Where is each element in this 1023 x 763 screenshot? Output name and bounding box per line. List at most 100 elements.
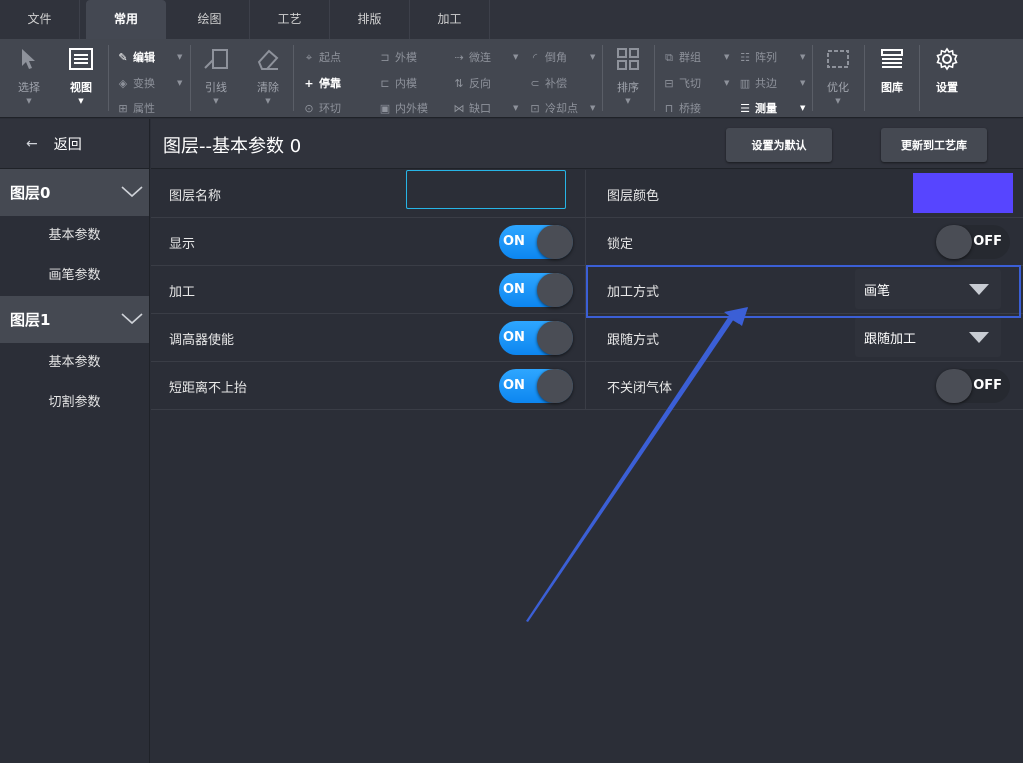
- dock-crosshair-icon: +: [304, 77, 314, 90]
- sort-tool[interactable]: 排序 ▼: [604, 45, 652, 105]
- layer-0-header[interactable]: 图层0: [0, 169, 149, 216]
- fly-cut-dropdown-icon[interactable]: ▼: [724, 79, 729, 87]
- show-toggle[interactable]: ON: [499, 225, 573, 259]
- edit-tool[interactable]: ✎ 编辑: [116, 49, 155, 65]
- follow-mode-label: 跟随方式: [607, 333, 660, 348]
- layer-name-label: 图层名称: [169, 189, 222, 204]
- inner-mold-tool[interactable]: ⊏ 内模: [378, 75, 417, 91]
- layer-name-input[interactable]: [406, 170, 566, 209]
- no-close-gas-toggle[interactable]: OFF: [936, 369, 1010, 403]
- micro-joint-tool[interactable]: ⇢ 微连: [452, 49, 491, 65]
- compensate-tool[interactable]: ⊂ 补偿: [528, 75, 567, 91]
- array-dropdown-icon[interactable]: ▼: [800, 53, 805, 61]
- layer-1-header[interactable]: 图层1: [0, 296, 149, 343]
- height-enable-label: 调高器使能: [169, 333, 235, 348]
- fly-cut-tool[interactable]: ⊟ 飞切: [662, 75, 701, 91]
- start-point-icon: ⌖: [305, 51, 313, 64]
- tab-file[interactable]: 文件: [0, 0, 80, 39]
- params-header: 图层--基本参数 0 设置为默认 更新到工艺库: [151, 119, 1023, 169]
- ring-cut-icon: ⊙: [304, 102, 314, 115]
- sort-dropdown-icon: ▼: [625, 97, 631, 105]
- layer-1-cut-params[interactable]: 切割参数: [0, 383, 149, 423]
- optimize-tool[interactable]: 优化 ▼: [814, 45, 862, 105]
- edit-dropdown-icon[interactable]: ▼: [177, 53, 182, 61]
- page-title: 图层--基本参数 0: [163, 136, 302, 157]
- process-toggle[interactable]: ON: [499, 273, 573, 307]
- properties-grid-icon: ⊞: [118, 102, 128, 115]
- set-default-button[interactable]: 设置为默认: [726, 128, 832, 162]
- view-panel-icon: [57, 45, 105, 73]
- layer-sidebar: ← 返回 图层0 基本参数 画笔参数 图层1 基本参数 切割参数: [0, 119, 150, 763]
- lock-toggle[interactable]: OFF: [936, 225, 1010, 259]
- bridge-tool[interactable]: ⊓ 桥接: [662, 100, 701, 116]
- cooling-point-tool[interactable]: ⊡ 冷却点: [528, 100, 578, 116]
- ring-cut-tool[interactable]: ⊙ 环切: [302, 100, 341, 116]
- edit-pencil-icon: ✎: [118, 51, 128, 64]
- reverse-arrows-icon: ⇅: [454, 77, 464, 90]
- dropdown-triangle-icon: [969, 332, 989, 343]
- array-tool[interactable]: ☷ 阵列: [738, 49, 777, 65]
- measure-tool[interactable]: ☰ 测量: [738, 100, 777, 116]
- group-tool[interactable]: ⧉ 群组: [662, 49, 701, 65]
- chevron-down-icon: [121, 311, 143, 329]
- transform-icon: ◈: [118, 77, 128, 90]
- transform-dropdown-icon[interactable]: ▼: [177, 79, 182, 87]
- follow-mode-select[interactable]: 跟随加工: [855, 317, 1001, 357]
- tab-process-tech[interactable]: 工艺: [250, 0, 330, 39]
- gap-icon: ⋈: [453, 102, 465, 115]
- inner-outer-mold-icon: ▣: [379, 102, 391, 115]
- dock-tool[interactable]: + 停靠: [302, 75, 341, 91]
- tab-common[interactable]: 常用: [86, 0, 166, 39]
- compensate-icon: ⊂: [530, 77, 540, 90]
- settings-tool[interactable]: 设置: [923, 45, 971, 95]
- tab-draw[interactable]: 绘图: [170, 0, 250, 39]
- update-library-button[interactable]: 更新到工艺库: [881, 128, 987, 162]
- start-point-tool[interactable]: ⌖ 起点: [302, 49, 341, 65]
- tab-machining[interactable]: 加工: [410, 0, 490, 39]
- transform-tool[interactable]: ◈ 变换: [116, 75, 155, 91]
- common-edge-icon: ▥: [739, 77, 751, 90]
- chamfer-dropdown-icon[interactable]: ▼: [590, 53, 595, 61]
- annotation-highlight-box: [586, 265, 1021, 318]
- cooling-point-icon: ⊡: [530, 102, 540, 115]
- lead-tool[interactable]: 引线 ▼: [192, 45, 240, 105]
- properties-tool[interactable]: ⊞ 属性: [116, 100, 155, 116]
- inner-outer-mold-tool[interactable]: ▣ 内外模: [378, 100, 428, 116]
- gear-icon: [923, 45, 971, 73]
- select-tool[interactable]: 选择 ▼: [5, 45, 53, 105]
- height-enable-toggle[interactable]: ON: [499, 321, 573, 355]
- no-close-gas-label: 不关闭气体: [607, 381, 673, 396]
- param-row: 短距离不上抬 ON 不关闭气体 OFF: [151, 362, 1023, 410]
- cooling-point-dropdown-icon[interactable]: ▼: [590, 104, 595, 112]
- measure-dropdown-icon[interactable]: ▼: [800, 104, 805, 112]
- chamfer-tool[interactable]: ◜ 倒角: [528, 49, 567, 65]
- layer-0-pen-params[interactable]: 画笔参数: [0, 256, 149, 296]
- clear-tool[interactable]: 清除 ▼: [244, 45, 292, 105]
- gap-dropdown-icon[interactable]: ▼: [513, 104, 518, 112]
- common-edge-dropdown-icon[interactable]: ▼: [800, 79, 805, 87]
- optimize-frame-icon: [814, 45, 862, 73]
- library-tool[interactable]: 图库: [868, 45, 916, 95]
- micro-joint-dropdown-icon[interactable]: ▼: [513, 53, 518, 61]
- sort-grid-icon: [604, 45, 652, 73]
- common-edge-tool[interactable]: ▥ 共边: [738, 75, 777, 91]
- back-button[interactable]: ← 返回: [0, 119, 149, 169]
- layer-0-basic-params[interactable]: 基本参数: [0, 216, 149, 256]
- group-dropdown-icon[interactable]: ▼: [724, 53, 729, 61]
- param-row: 图层名称 图层颜色: [151, 170, 1023, 218]
- short-no-lift-toggle[interactable]: ON: [499, 369, 573, 403]
- reverse-tool[interactable]: ⇅ 反向: [452, 75, 491, 91]
- view-tool[interactable]: 视图 ▼: [57, 45, 105, 105]
- layer-color-swatch[interactable]: [913, 173, 1013, 213]
- bridge-icon: ⊓: [664, 102, 674, 115]
- tab-nesting[interactable]: 排版: [330, 0, 410, 39]
- fly-cut-icon: ⊟: [664, 77, 674, 90]
- select-dropdown-icon: ▼: [26, 97, 32, 105]
- library-icon: [868, 45, 916, 73]
- layer-1-basic-params[interactable]: 基本参数: [0, 343, 149, 383]
- gap-tool[interactable]: ⋈ 缺口: [452, 100, 492, 116]
- param-row: 调高器使能 ON 跟随方式 跟随加工: [151, 314, 1023, 362]
- outer-mold-tool[interactable]: ⊐ 外模: [378, 49, 417, 65]
- measure-ruler-icon: ☰: [740, 102, 750, 115]
- process-label: 加工: [169, 285, 196, 300]
